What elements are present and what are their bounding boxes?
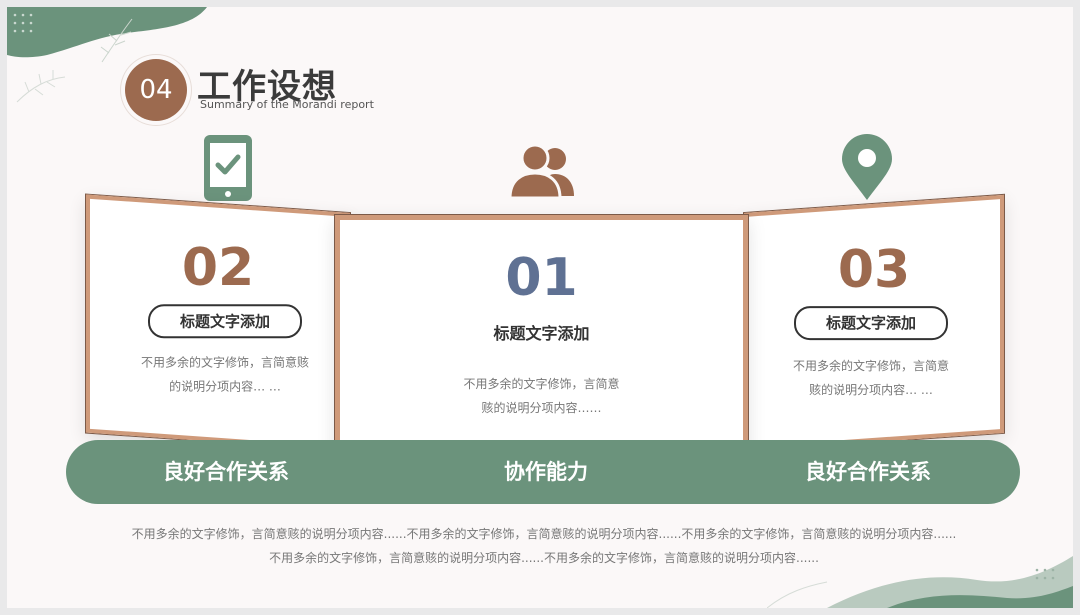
band-label-left: 良好合作关系 bbox=[163, 460, 289, 484]
panel-01-description: 不用多余的文字修饰，言简意 赅的说明分项内容…… bbox=[463, 377, 620, 415]
users-icon bbox=[510, 144, 574, 200]
capability-band: 良好合作关系 协作能力 良好合作关系 bbox=[66, 440, 1020, 504]
footer-text-line-1: 不用多余的文字修饰，言简意赅的说明分项内容......不用多余的文字修饰，言简意… bbox=[131, 527, 957, 541]
panel-01: 01 标题文字添加 不用多余的文字修饰，言简意 赅的说明分项内容…… bbox=[335, 215, 748, 465]
panel-03: 03 标题文字添加 不用多余的文字修饰，言简意 赅的说明分项内容… … bbox=[744, 194, 1004, 451]
panel-03-heading: 标题文字添加 bbox=[794, 306, 948, 341]
panel-02-heading: 标题文字添加 bbox=[148, 304, 302, 339]
panel-02-description: 不用多余的文字修饰，言简意赅 的说明分项内容… … bbox=[140, 355, 309, 394]
panel-02-number: 02 bbox=[181, 237, 255, 298]
section-number-badge: 04 bbox=[125, 59, 187, 121]
band-label-right: 良好合作关系 bbox=[805, 460, 931, 484]
panel-03-number: 03 bbox=[837, 239, 911, 300]
panel-01-heading: 标题文字添加 bbox=[493, 324, 590, 343]
panel-01-number: 01 bbox=[505, 248, 578, 308]
footer-text-line-2: 不用多余的文字修饰，言简意赅的说明分项内容......不用多余的文字修饰，言简意… bbox=[269, 551, 819, 565]
tablet-check-icon bbox=[204, 135, 252, 201]
slide: 04 工作设想 Summary of the Morandi report 02… bbox=[7, 7, 1073, 608]
panel-03-description: 不用多余的文字修饰，言简意 赅的说明分项内容… … bbox=[792, 359, 949, 398]
location-pin-icon bbox=[842, 134, 892, 200]
page-subtitle: Summary of the Morandi report bbox=[200, 98, 374, 111]
band-label-center: 协作能力 bbox=[504, 460, 588, 484]
panel-02: 02 标题文字添加 不用多余的文字修饰，言简意赅 的说明分项内容… … bbox=[86, 194, 350, 452]
